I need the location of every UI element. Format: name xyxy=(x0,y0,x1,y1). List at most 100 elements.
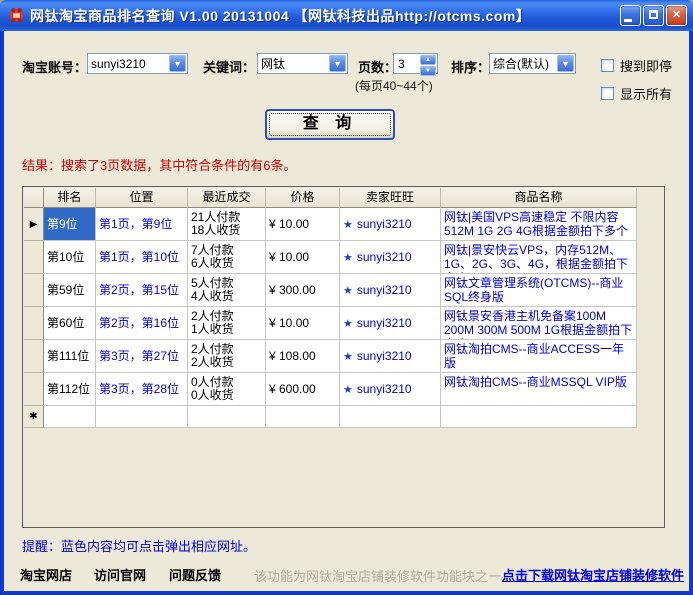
cell-seller[interactable]: ★ sunyi3210 xyxy=(340,373,441,406)
account-value: sunyi3210 xyxy=(91,56,146,71)
row-header-cell[interactable] xyxy=(24,373,44,406)
deals-received: 6人收货 xyxy=(191,256,234,270)
cell-position[interactable]: 第1页，第9位 xyxy=(96,208,188,241)
row-header-cell[interactable] xyxy=(24,241,44,274)
empty-cell[interactable] xyxy=(266,406,340,428)
empty-cell[interactable] xyxy=(441,406,637,428)
cell-position[interactable]: 第1页，第10位 xyxy=(96,241,188,274)
cell-rank[interactable]: 第9位 xyxy=(44,208,96,241)
cell-price[interactable]: ¥ 600.00 xyxy=(266,373,340,406)
window-title: 网钛淘宝商品排名查询 V1.00 20131004 【网钛科技出品http://… xyxy=(30,7,531,24)
cell-deals[interactable]: 7人付款 6人收货 xyxy=(188,241,266,274)
seller-name: sunyi3210 xyxy=(356,382,412,396)
cell-position[interactable]: 第2页，第15位 xyxy=(96,274,188,307)
deals-received: 0人收货 xyxy=(191,388,234,402)
cell-product[interactable]: 网钛淘拍CMS--商业MSSQL VIP版 xyxy=(441,373,637,406)
deals-received: 2人收货 xyxy=(191,355,234,369)
query-button[interactable]: 查 询 xyxy=(265,109,395,140)
empty-cell[interactable] xyxy=(340,406,441,428)
keyword-combobox[interactable]: 网钛 ▼ xyxy=(257,53,348,74)
cell-deals[interactable]: 21人付款 18人收货 xyxy=(188,208,266,241)
cell-product[interactable]: 网钛|美国VPS高速稳定 不限内容512M 1G 2G 4G根据金额拍下多个 xyxy=(441,208,637,241)
download-link[interactable]: 点击下载网钛淘宝店铺装修软件 xyxy=(502,565,684,584)
minimize-icon xyxy=(624,19,632,22)
stop-when-found-checkbox[interactable]: 搜到即停 xyxy=(601,56,672,75)
cell-price[interactable]: ¥ 108.00 xyxy=(266,340,340,373)
column-header-5[interactable]: 商品名称 xyxy=(441,188,637,208)
column-header-0[interactable]: 排名 xyxy=(44,188,96,208)
empty-cell[interactable] xyxy=(44,406,96,428)
cell-position[interactable]: 第3页，第27位 xyxy=(96,340,188,373)
cell-rank[interactable]: 第112位 xyxy=(44,373,96,406)
spin-down-icon[interactable]: ▼ xyxy=(420,66,436,76)
row-header-cell[interactable] xyxy=(24,274,44,307)
cell-rank[interactable]: 第59位 xyxy=(44,274,96,307)
close-button[interactable]: ✕ xyxy=(666,5,687,26)
grid-header-row: 排名 位置 最近成交 价格 卖家旺旺 商品名称 xyxy=(24,188,638,208)
cell-position[interactable]: 第2页，第16位 xyxy=(96,307,188,340)
cell-product[interactable]: 网钛|景安快云VPS，内存512M、1G、2G、3G、4G，根据金额拍下多个 xyxy=(441,241,637,274)
focus-rect xyxy=(269,113,391,136)
keyword-label: 关键词： xyxy=(203,60,256,75)
cell-seller[interactable]: ★ sunyi3210 xyxy=(340,307,441,340)
cell-price[interactable]: ¥ 10.00 xyxy=(266,241,340,274)
empty-cell[interactable] xyxy=(188,406,266,428)
sort-combobox[interactable]: 综合(默认) ▼ xyxy=(489,53,576,74)
maximize-button[interactable] xyxy=(643,5,664,26)
cell-deals[interactable]: 2人付款 2人收货 xyxy=(188,340,266,373)
column-header-3[interactable]: 价格 xyxy=(266,188,340,208)
table-row: 第111位 第3页，第27位 2人付款 2人收货 ¥ 108.00 ★ sunyi3210 网… xyxy=(24,340,638,373)
cell-position[interactable]: 第3页，第28位 xyxy=(96,373,188,406)
show-all-label: 显示所有 xyxy=(620,87,673,102)
cell-price[interactable]: ¥ 10.00 xyxy=(266,208,340,241)
column-header-2[interactable]: 最近成交 xyxy=(188,188,266,208)
pages-stepper[interactable]: 3 ▲ ▼ xyxy=(393,53,438,76)
row-header-cell[interactable]: ▶ xyxy=(24,208,44,241)
new-row: ✱ xyxy=(24,406,638,428)
cell-product[interactable]: 网钛景安香港主机免备案100M 200M 300M 500M 1G根据金额拍下多… xyxy=(441,307,637,340)
results-grid: 排名 位置 最近成交 价格 卖家旺旺 商品名称 ▶ 第9位 第1页，第9位 21人付款 18人收货 ¥… xyxy=(24,188,638,428)
results-panel: 排名 位置 最近成交 价格 卖家旺旺 商品名称 ▶ 第9位 第1页，第9位 21人付款 18人收货 ¥… xyxy=(22,186,665,528)
chevron-down-icon[interactable]: ▼ xyxy=(169,55,186,72)
chevron-down-icon[interactable]: ▼ xyxy=(329,55,346,72)
maximize-icon xyxy=(649,10,658,19)
cell-price[interactable]: ¥ 300.00 xyxy=(266,274,340,307)
cell-seller[interactable]: ★ sunyi3210 xyxy=(340,241,441,274)
footer-note: 该功能为网钛淘宝店铺装修软件功能块之一 xyxy=(254,569,502,584)
spin-up-icon[interactable]: ▲ xyxy=(420,55,436,65)
cell-price[interactable]: ¥ 10.00 xyxy=(266,307,340,340)
cell-seller[interactable]: ★ sunyi3210 xyxy=(340,340,441,373)
deals-received: 4人收货 xyxy=(191,289,234,303)
pages-hint: (每页40~44个) xyxy=(355,79,433,93)
checkbox-icon[interactable] xyxy=(601,87,614,100)
cell-seller[interactable]: ★ sunyi3210 xyxy=(340,274,441,307)
cell-rank[interactable]: 第60位 xyxy=(44,307,96,340)
row-header-cell[interactable] xyxy=(24,340,44,373)
minimize-button[interactable] xyxy=(620,5,641,26)
cell-seller[interactable]: ★ sunyi3210 xyxy=(340,208,441,241)
column-header-4[interactable]: 卖家旺旺 xyxy=(340,188,441,208)
result-status-text: 结果：搜索了3页数据，其中符合条件的有6条。 xyxy=(22,158,297,173)
show-all-checkbox[interactable]: 显示所有 xyxy=(601,84,672,103)
cell-product[interactable]: 网钛文章管理系统(OTCMS)--商业SQL终身版 xyxy=(441,274,637,307)
column-header-1[interactable]: 位置 xyxy=(96,188,188,208)
seller-name: sunyi3210 xyxy=(356,217,412,231)
close-icon: ✕ xyxy=(671,9,682,21)
cell-deals[interactable]: 2人付款 1人收货 xyxy=(188,307,266,340)
row-header-cell[interactable] xyxy=(24,307,44,340)
cell-rank[interactable]: 第10位 xyxy=(44,241,96,274)
cell-deals[interactable]: 5人付款 4人收货 xyxy=(188,274,266,307)
cell-product[interactable]: 网钛淘拍CMS--商业ACCESS一年版 xyxy=(441,340,637,373)
wangwang-star-icon: ★ xyxy=(343,285,353,297)
account-combobox[interactable]: sunyi3210 ▼ xyxy=(87,53,188,74)
title-bar[interactable]: 网钛淘宝商品排名查询 V1.00 20131004 【网钛科技出品http://… xyxy=(0,0,693,31)
footer-link-taobao-shop[interactable]: 淘宝网店 xyxy=(20,565,72,584)
cell-rank[interactable]: 第111位 xyxy=(44,340,96,373)
cell-deals[interactable]: 0人付款 0人收货 xyxy=(188,373,266,406)
chevron-down-icon[interactable]: ▼ xyxy=(557,55,574,72)
footer-link-feedback[interactable]: 问题反馈 xyxy=(169,565,221,584)
footer-link-official-site[interactable]: 访问官网 xyxy=(94,565,146,584)
sort-label: 排序： xyxy=(451,60,491,75)
empty-cell[interactable] xyxy=(96,406,188,428)
checkbox-icon[interactable] xyxy=(601,59,614,72)
